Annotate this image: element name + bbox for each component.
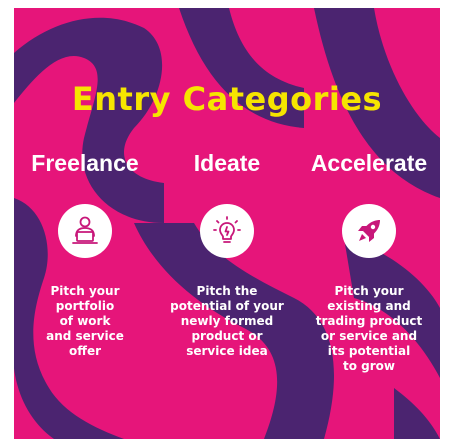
category-description: Pitch the potential of your newly formed… — [156, 284, 298, 359]
page-title: Entry Categories — [71, 80, 383, 118]
description-line: or service and — [320, 329, 418, 343]
category-description: Pitch your existing and trading product … — [298, 284, 440, 374]
icon-badge — [200, 204, 254, 258]
rocket-icon — [358, 220, 380, 242]
description-line: newly formed — [180, 314, 274, 328]
category-accelerate: Accelerate Pitch your existing and tradi… — [298, 148, 440, 374]
category-ideate: Ideate Pitch the potential of your newly… — [156, 148, 298, 359]
category-heading: Freelance — [31, 150, 139, 176]
description-line: to grow — [343, 359, 395, 373]
description-line: service idea — [186, 344, 268, 358]
description-line: portfolio — [55, 299, 115, 313]
description-line: trading product — [315, 314, 423, 328]
description-line: potential of your — [170, 299, 284, 313]
description-line: Pitch your — [334, 284, 404, 298]
icon-badge — [342, 204, 396, 258]
lightbulb-icon — [213, 216, 241, 243]
description-line: Pitch your — [50, 284, 120, 298]
description-line: existing and — [327, 299, 411, 313]
entry-categories-poster: Entry Categories Freelance Pitch your po… — [14, 8, 440, 439]
description-line: of work — [59, 314, 111, 328]
description-line: offer — [68, 344, 102, 358]
category-freelance: Freelance Pitch your portfolio of work a… — [14, 148, 156, 359]
icon-badge — [58, 204, 112, 258]
category-heading: Ideate — [193, 150, 261, 176]
description-line: its potential — [327, 344, 411, 358]
category-description: Pitch your portfolio of work and service… — [14, 284, 156, 359]
description-line: product or — [191, 329, 263, 343]
person-at-laptop-icon — [72, 216, 98, 244]
category-heading: Accelerate — [310, 150, 428, 176]
description-line: Pitch the — [196, 284, 258, 298]
description-line: and service — [46, 329, 124, 343]
